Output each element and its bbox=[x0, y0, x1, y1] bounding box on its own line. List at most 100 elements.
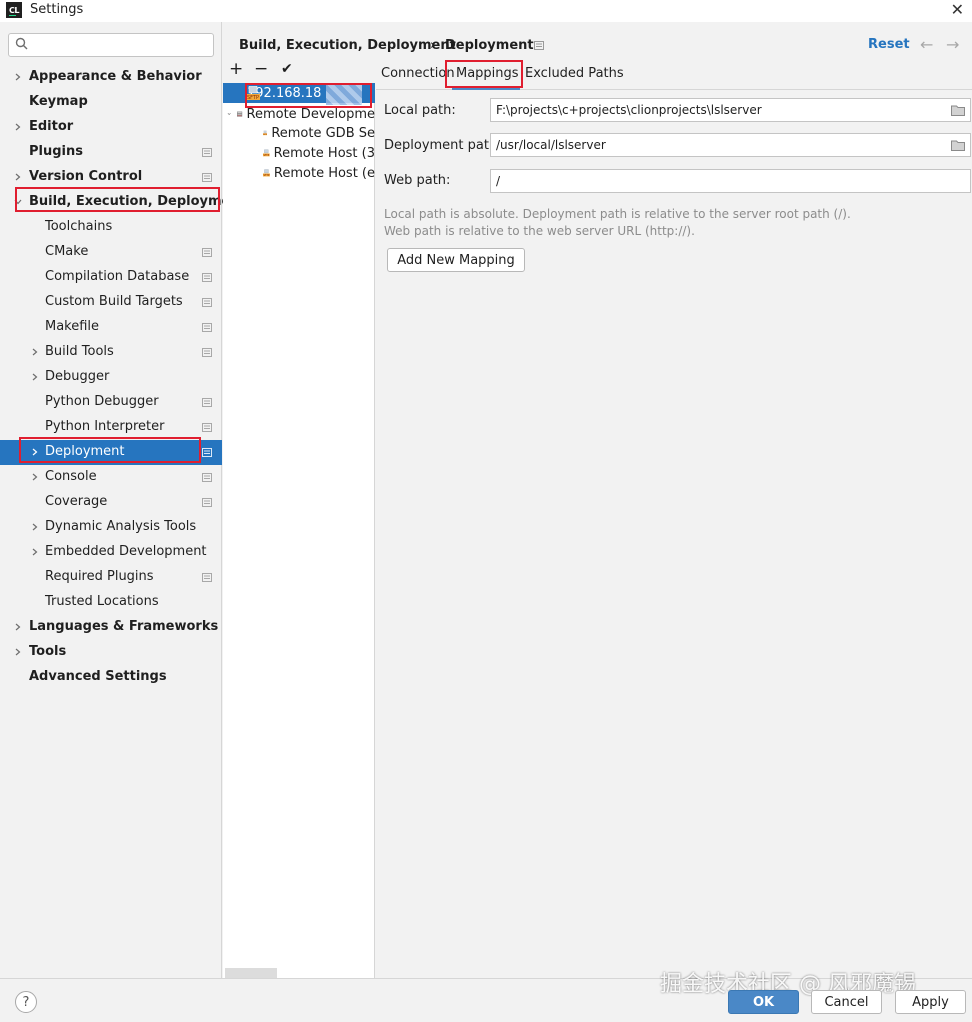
sidebar-item-dynamic-analysis-tools[interactable]: Dynamic Analysis Tools bbox=[0, 515, 222, 540]
sidebar-item-label: Python Debugger bbox=[45, 394, 159, 409]
sidebar-item-toolchains[interactable]: Toolchains bbox=[0, 215, 222, 240]
sidebar-item-console[interactable]: Console bbox=[0, 465, 222, 490]
add-new-mapping-button[interactable]: Add New Mapping bbox=[387, 248, 525, 272]
sidebar-item-label: Build, Execution, Deployment bbox=[29, 194, 246, 209]
close-window-icon[interactable]: ✕ bbox=[951, 0, 964, 19]
remove-server-button[interactable]: − bbox=[254, 61, 270, 78]
server-group-label: Remote Developme bbox=[246, 106, 375, 122]
tab-connection[interactable]: Connection bbox=[381, 66, 455, 81]
deployment-server-list bbox=[223, 58, 375, 978]
deployment-path-input[interactable] bbox=[496, 137, 936, 153]
chevron-right-icon[interactable] bbox=[30, 522, 40, 532]
use-as-default-button[interactable]: ✔ bbox=[281, 62, 297, 78]
sidebar-item-version-control[interactable]: Version Control bbox=[0, 165, 222, 190]
add-server-button[interactable]: + bbox=[229, 61, 245, 78]
sidebar-item-compilation-database[interactable]: Compilation Database bbox=[0, 265, 222, 290]
chevron-right-icon[interactable] bbox=[13, 622, 23, 632]
sidebar-item-label: Deployment bbox=[45, 444, 125, 459]
sidebar-item-coverage[interactable]: Coverage bbox=[0, 490, 222, 515]
sftp-icon: SFTP bbox=[263, 169, 270, 177]
search-input[interactable] bbox=[37, 36, 207, 54]
back-arrow-icon[interactable]: ← bbox=[920, 35, 933, 54]
cancel-button[interactable]: Cancel bbox=[811, 990, 882, 1014]
sidebar-item-debugger[interactable]: Debugger bbox=[0, 365, 222, 390]
folder-icon[interactable] bbox=[951, 139, 965, 151]
sidebar-item-editor[interactable]: Editor bbox=[0, 115, 222, 140]
sftp-icon: SFTP bbox=[246, 86, 260, 100]
breadcrumb-parent[interactable]: Build, Execution, Deployment bbox=[239, 38, 456, 53]
chevron-right-icon[interactable] bbox=[30, 347, 40, 357]
server-item[interactable]: SFTP Remote Host (e bbox=[263, 163, 375, 183]
project-scope-icon bbox=[202, 323, 212, 332]
help-icon[interactable]: ? bbox=[15, 991, 37, 1013]
chevron-down-icon[interactable] bbox=[13, 197, 23, 207]
chevron-down-icon bbox=[227, 112, 231, 116]
sidebar-item-python-debugger[interactable]: Python Debugger bbox=[0, 390, 222, 415]
chevron-right-icon[interactable] bbox=[13, 72, 23, 82]
server-list-scrollbar[interactable] bbox=[225, 968, 277, 978]
reset-button[interactable]: Reset bbox=[868, 37, 910, 52]
deployment-path-field[interactable] bbox=[490, 133, 971, 157]
sidebar-item-cmake[interactable]: CMake bbox=[0, 240, 222, 265]
sidebar-item-appearance-behavior[interactable]: Appearance & Behavior bbox=[0, 65, 222, 90]
server-group-remote-development[interactable]: Remote Developme bbox=[227, 104, 375, 124]
project-scope-icon bbox=[202, 298, 212, 307]
project-scope-icon bbox=[202, 473, 212, 482]
sidebar-item-build-execution-deployment[interactable]: Build, Execution, Deployment bbox=[0, 190, 246, 215]
server-item[interactable]: SFTP Remote GDB Se bbox=[263, 123, 375, 143]
chevron-right-icon[interactable] bbox=[13, 647, 23, 657]
sidebar-item-embedded-development[interactable]: Embedded Development bbox=[0, 540, 222, 565]
chevron-right-icon[interactable] bbox=[30, 547, 40, 557]
sidebar-item-label: Languages & Frameworks bbox=[29, 619, 219, 634]
breadcrumb-current: Deployment bbox=[445, 38, 534, 53]
sidebar-item-label: Appearance & Behavior bbox=[29, 69, 202, 84]
project-scope-icon bbox=[202, 348, 212, 357]
local-path-input[interactable] bbox=[496, 102, 936, 118]
active-tab-indicator bbox=[452, 88, 520, 90]
sidebar-item-deployment[interactable]: Deployment bbox=[0, 440, 222, 465]
sidebar-item-tools[interactable]: Tools bbox=[0, 640, 222, 665]
sidebar-item-custom-build-targets[interactable]: Custom Build Targets bbox=[0, 290, 222, 315]
tab-mappings[interactable]: Mappings bbox=[456, 66, 519, 81]
sidebar-item-makefile[interactable]: Makefile bbox=[0, 315, 222, 340]
sidebar-item-label: Python Interpreter bbox=[45, 419, 165, 434]
sidebar-item-label: Debugger bbox=[45, 369, 110, 384]
sidebar-item-advanced-settings[interactable]: Advanced Settings bbox=[0, 665, 222, 690]
search-icon bbox=[15, 37, 28, 50]
local-path-field[interactable] bbox=[490, 98, 971, 122]
chevron-right-icon[interactable] bbox=[13, 172, 23, 182]
sidebar-item-label: Required Plugins bbox=[45, 569, 154, 584]
tab-excluded-paths[interactable]: Excluded Paths bbox=[525, 66, 624, 81]
ok-button[interactable]: OK bbox=[728, 990, 799, 1014]
settings-search-box[interactable] bbox=[8, 33, 214, 57]
web-path-field[interactable] bbox=[490, 169, 971, 193]
sidebar-item-label: Custom Build Targets bbox=[45, 294, 183, 309]
server-item-label: Remote Host (e bbox=[273, 165, 375, 181]
sidebar-item-build-tools[interactable]: Build Tools bbox=[0, 340, 222, 365]
sidebar-item-required-plugins[interactable]: Required Plugins bbox=[0, 565, 222, 590]
sidebar-item-python-interpreter[interactable]: Python Interpreter bbox=[0, 415, 222, 440]
clion-app-icon: CL bbox=[6, 2, 22, 18]
chevron-right-icon[interactable] bbox=[30, 472, 40, 482]
server-item-label: Remote Host (3 bbox=[273, 145, 375, 161]
sidebar-item-label: Console bbox=[45, 469, 97, 484]
server-item[interactable]: SFTP Remote Host (3 bbox=[263, 143, 375, 163]
folder-icon[interactable] bbox=[951, 104, 965, 116]
sidebar-item-trusted-locations[interactable]: Trusted Locations bbox=[0, 590, 222, 615]
sidebar-item-label: Makefile bbox=[45, 319, 100, 334]
sidebar-item-languages-frameworks[interactable]: Languages & Frameworks bbox=[0, 615, 222, 640]
title-bar: CL Settings ✕ bbox=[0, 0, 972, 22]
sidebar-item-label: Dynamic Analysis Tools bbox=[45, 519, 197, 534]
sidebar-item-keymap[interactable]: Keymap bbox=[0, 90, 222, 115]
sidebar-item-plugins[interactable]: Plugins bbox=[0, 140, 222, 165]
breadcrumb-separator: › bbox=[430, 38, 436, 53]
project-scope-icon bbox=[534, 41, 544, 50]
chevron-right-icon[interactable] bbox=[13, 122, 23, 132]
chevron-right-icon[interactable] bbox=[30, 447, 40, 457]
window-title: Settings bbox=[30, 2, 84, 17]
forward-arrow-icon[interactable]: → bbox=[946, 35, 959, 54]
chevron-right-icon[interactable] bbox=[30, 372, 40, 382]
sidebar-item-label: Version Control bbox=[29, 169, 143, 184]
web-path-input[interactable] bbox=[496, 173, 936, 189]
apply-button[interactable]: Apply bbox=[895, 990, 966, 1014]
